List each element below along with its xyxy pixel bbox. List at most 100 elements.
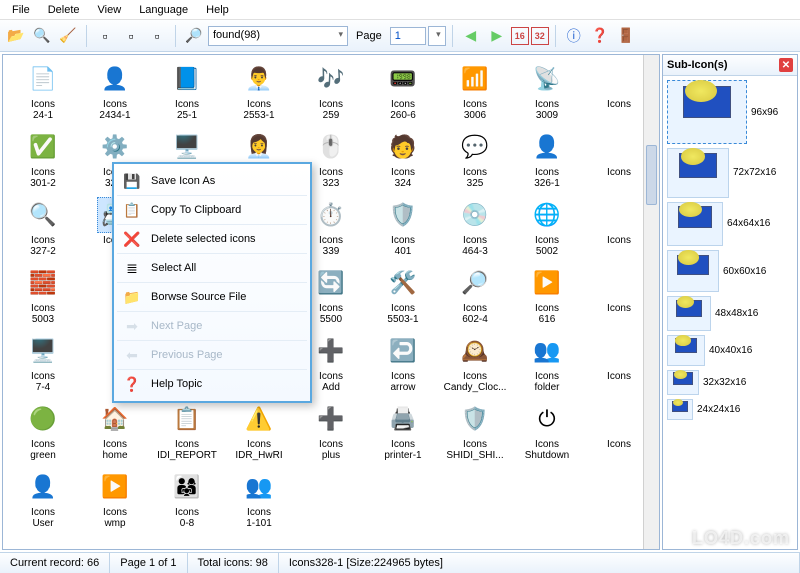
- icon-cell[interactable]: 🔎Icons602-4: [439, 263, 511, 329]
- icon-cell[interactable]: 👨‍💼Icons2553-1: [223, 59, 295, 125]
- ctx-save-icon-as[interactable]: 💾 Save Icon As: [117, 167, 307, 196]
- icon-cell[interactable]: 🖨️Iconsprinter-1: [367, 399, 439, 465]
- icon-cell[interactable]: 🌐Icons5002: [511, 195, 583, 261]
- ctx-item-icon: ❌: [123, 230, 141, 248]
- icon-cell[interactable]: 📡Icons3009: [511, 59, 583, 125]
- icon-cell[interactable]: [511, 467, 583, 533]
- icon-cell[interactable]: 🛡️IconsSHIDI_SHI...: [439, 399, 511, 465]
- icon-cell[interactable]: 👥Iconsfolder: [511, 331, 583, 397]
- ctx-item-icon: 📋: [123, 201, 141, 219]
- icon-cell[interactable]: 📟Icons260-6: [367, 59, 439, 125]
- menu-delete[interactable]: Delete: [40, 2, 88, 18]
- icon-cell[interactable]: 👨‍👩‍👧Icons0-8: [151, 467, 223, 533]
- icon-cell[interactable]: ⏻IconsShutdown: [511, 399, 583, 465]
- menu-file[interactable]: File: [4, 2, 38, 18]
- icon-cell[interactable]: 📶Icons3006: [439, 59, 511, 125]
- icon-glyph: 🟢: [25, 401, 61, 437]
- sub-icon-item[interactable]: 60x60x16: [667, 250, 793, 292]
- clean-button[interactable]: 🧹: [56, 24, 80, 48]
- icon-cell[interactable]: 🛠️Icons5503-1: [367, 263, 439, 329]
- icon-cell[interactable]: 📄Icons24-1: [7, 59, 79, 125]
- prev-page-button[interactable]: ◀: [459, 24, 483, 48]
- info-button[interactable]: ⓘ: [562, 24, 586, 48]
- sub-icon-thumb: [667, 80, 747, 144]
- icon-cell[interactable]: 💬Icons325: [439, 127, 511, 193]
- icon-cell[interactable]: 🧱Icons5003: [7, 263, 79, 329]
- icon-label: Icons260-6: [367, 99, 439, 123]
- sub-icon-item[interactable]: 32x32x16: [667, 370, 793, 396]
- icon-cell[interactable]: 🏠Iconshome: [79, 399, 151, 465]
- icon-cell[interactable]: 🧑Icons324: [367, 127, 439, 193]
- icon-cell[interactable]: ↩️Iconsarrow: [367, 331, 439, 397]
- sub-panel-title: Sub-Icon(s): [667, 59, 728, 71]
- icon-label: Iconswmp: [79, 507, 151, 531]
- sub-icon-item[interactable]: 40x40x16: [667, 335, 793, 365]
- preview-button[interactable]: 🔎: [182, 24, 206, 48]
- status-file: Icons328-1 [Size:224965 bytes]: [279, 553, 800, 573]
- icon-cell[interactable]: ⚠️IconsIDR_HwRI: [223, 399, 295, 465]
- icon-cell[interactable]: [439, 467, 511, 533]
- icon-cell[interactable]: 🖥️Icons7-4: [7, 331, 79, 397]
- icon-glyph: ⚠️: [241, 401, 277, 437]
- menu-view[interactable]: View: [90, 2, 130, 18]
- icon-cell[interactable]: ▶️Icons616: [511, 263, 583, 329]
- ctx-help-topic[interactable]: ❓Help Topic: [117, 370, 307, 398]
- view1-button[interactable]: ▫: [93, 24, 117, 48]
- icon-cell[interactable]: 🛡️Icons401: [367, 195, 439, 261]
- icon-glyph: 👤: [97, 61, 133, 97]
- icon-cell[interactable]: 👥Icons1-101: [223, 467, 295, 533]
- icon-cell[interactable]: 👤Icons2434-1: [79, 59, 151, 125]
- sub-icon-item[interactable]: 72x72x16: [667, 148, 793, 198]
- size16-button[interactable]: 16: [511, 27, 529, 45]
- sub-icon-item[interactable]: 64x64x16: [667, 202, 793, 247]
- ctx-delete-selected-icons[interactable]: ❌Delete selected icons: [117, 225, 307, 254]
- next-page-button[interactable]: ▶: [485, 24, 509, 48]
- icon-cell[interactable]: ✅Icons301-2: [7, 127, 79, 193]
- page-combo[interactable]: [428, 26, 446, 46]
- icon-glyph: [601, 469, 637, 505]
- page-input[interactable]: 1: [390, 27, 426, 45]
- close-icon[interactable]: ✕: [779, 58, 793, 72]
- main-scrollbar[interactable]: [643, 55, 659, 549]
- exit-button[interactable]: 🚪: [614, 24, 638, 48]
- icon-cell[interactable]: 🟢Iconsgreen: [7, 399, 79, 465]
- icon-label: [439, 507, 511, 531]
- sub-icon-item[interactable]: 48x48x16: [667, 296, 793, 331]
- icon-cell[interactable]: 👤Icons326-1: [511, 127, 583, 193]
- icon-glyph: 🌐: [529, 197, 565, 233]
- ctx-select-all[interactable]: ≣Select All: [117, 254, 307, 283]
- sub-icon-size-label: 40x40x16: [709, 345, 752, 356]
- icon-cell[interactable]: 🔍Icons327-2: [7, 195, 79, 261]
- ctx-item-label: Borwse Source File: [151, 291, 246, 303]
- scan-button[interactable]: 🔍: [30, 24, 54, 48]
- ctx-item-icon: 💾: [123, 172, 141, 190]
- icon-glyph: 🎶: [313, 61, 349, 97]
- icon-cell[interactable]: ▶️Iconswmp: [79, 467, 151, 533]
- ctx-copy-to-clipboard[interactable]: 📋 Copy To Clipboard: [117, 196, 307, 225]
- icon-cell[interactable]: 👤IconsUser: [7, 467, 79, 533]
- ctx-item-label: Save Icon As: [151, 175, 215, 187]
- icon-cell[interactable]: 💿Icons464-3: [439, 195, 511, 261]
- help-button[interactable]: ❓: [588, 24, 612, 48]
- icon-cell[interactable]: ➕Iconsplus: [295, 399, 367, 465]
- menu-help[interactable]: Help: [198, 2, 237, 18]
- open-button[interactable]: 📂: [4, 24, 28, 48]
- icon-glyph: 🖱️: [313, 129, 349, 165]
- icon-glyph: 🏠: [97, 401, 133, 437]
- sub-icon-item[interactable]: 24x24x16: [667, 399, 793, 420]
- sub-icon-item[interactable]: 96x96: [667, 80, 793, 144]
- size32-button[interactable]: 32: [531, 27, 549, 45]
- icon-cell[interactable]: 📘Icons25-1: [151, 59, 223, 125]
- ctx-item-label: Copy To Clipboard: [151, 204, 241, 216]
- icon-cell[interactable]: [295, 467, 367, 533]
- view3-button[interactable]: ▫: [145, 24, 169, 48]
- icon-cell[interactable]: 🕰️IconsCandy_Cloc...: [439, 331, 511, 397]
- view2-button[interactable]: ▫: [119, 24, 143, 48]
- menu-language[interactable]: Language: [131, 2, 196, 18]
- icon-cell[interactable]: 🎶Icons259: [295, 59, 367, 125]
- results-combo[interactable]: found(98): [208, 26, 348, 46]
- icon-glyph: 💿: [457, 197, 493, 233]
- icon-cell[interactable]: 📋IconsIDI_REPORT: [151, 399, 223, 465]
- ctx-borwse-source-file[interactable]: 📁Borwse Source File: [117, 283, 307, 312]
- icon-cell[interactable]: [367, 467, 439, 533]
